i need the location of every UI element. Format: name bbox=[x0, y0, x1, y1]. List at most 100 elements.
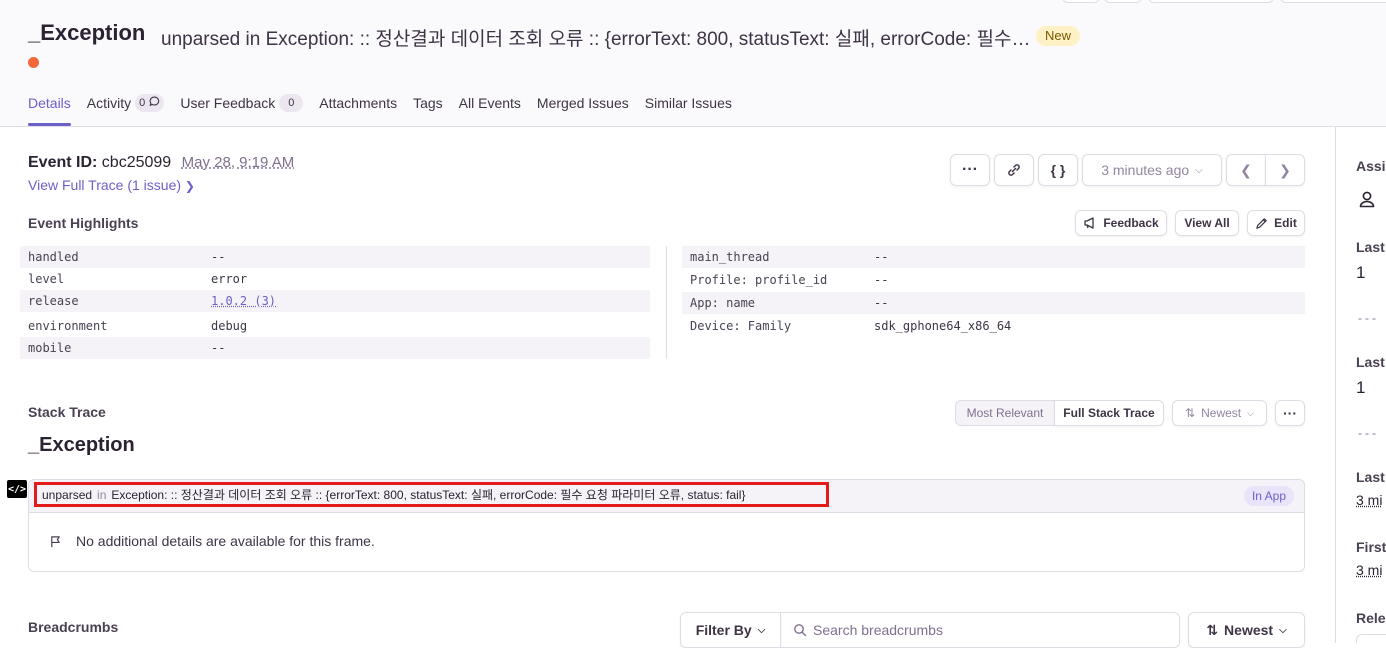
tab-label: All Events bbox=[459, 92, 521, 114]
header-action-button[interactable] bbox=[1148, 0, 1274, 3]
highlight-key: Device: Family bbox=[690, 319, 791, 333]
tab-label: Tags bbox=[413, 92, 443, 114]
chevron-down-icon: ⌵ bbox=[1247, 408, 1254, 419]
tab-label: User Feedback bbox=[180, 92, 275, 114]
chevron-right-icon: ❯ bbox=[185, 179, 195, 193]
header-action-button[interactable] bbox=[1104, 0, 1142, 3]
frame-header[interactable]: unparsed in Exception: :: 정산결과 데이터 조회 오류… bbox=[29, 480, 1304, 513]
event-id-row: Event ID: cbc25099 May 28, 9:19 AM bbox=[28, 154, 294, 172]
highlight-value: error bbox=[211, 272, 247, 286]
tab-activity[interactable]: Activity 0 bbox=[87, 92, 165, 126]
flag-icon bbox=[49, 535, 62, 548]
event-id-label: Event ID: bbox=[28, 154, 97, 171]
release-label: Rele bbox=[1356, 610, 1386, 626]
full-stack-trace-toggle[interactable]: Full Stack Trace bbox=[1054, 400, 1164, 426]
highlight-value: -- bbox=[211, 250, 225, 264]
exception-type: _Exception bbox=[28, 434, 135, 457]
highlight-value: -- bbox=[211, 341, 225, 355]
filter-label: Filter By bbox=[696, 622, 752, 638]
chart-placeholder: --- bbox=[1358, 426, 1379, 440]
event-time-selector[interactable]: 3 minutes ago ⌵ bbox=[1082, 154, 1222, 186]
assignee-label: Assi bbox=[1356, 158, 1386, 174]
tab-user-feedback[interactable]: User Feedback 0 bbox=[180, 92, 303, 126]
user-icon[interactable] bbox=[1358, 190, 1376, 208]
header-action-button[interactable] bbox=[1280, 0, 1386, 3]
issue-tabs: Details Activity 0 User Feedback 0 Attac… bbox=[28, 92, 732, 126]
braces-icon: { } bbox=[1051, 162, 1066, 178]
highlight-value: -- bbox=[874, 250, 888, 264]
previous-event-button[interactable]: ❮ bbox=[1226, 154, 1266, 186]
view-full-trace-link[interactable]: View Full Trace (1 issue) ❯ bbox=[28, 177, 195, 193]
view-all-label: View All bbox=[1184, 216, 1229, 230]
header-action-button[interactable] bbox=[1062, 0, 1100, 3]
stack-more-button[interactable]: ··· bbox=[1275, 400, 1305, 426]
edit-button[interactable]: Edit bbox=[1247, 210, 1305, 236]
feedback-label: Feedback bbox=[1103, 216, 1158, 230]
stack-trace-title: Stack Trace bbox=[28, 404, 106, 420]
highlight-key: environment bbox=[28, 319, 107, 333]
edit-label: Edit bbox=[1274, 216, 1297, 230]
frame-function: Exception: :: 정산결과 데이터 조회 오류 :: {errorTe… bbox=[111, 486, 745, 503]
last-30d-label: Last bbox=[1356, 354, 1385, 370]
in-app-badge: In App bbox=[1244, 486, 1294, 506]
tab-label: Attachments bbox=[319, 92, 397, 114]
chart-placeholder: --- bbox=[1358, 311, 1379, 325]
frame-module: unparsed bbox=[42, 488, 92, 502]
highlights-divider bbox=[666, 246, 667, 359]
comment-icon bbox=[149, 96, 160, 107]
frame-in: in bbox=[97, 488, 106, 502]
release-card bbox=[1356, 634, 1386, 643]
event-id-value[interactable]: cbc25099 bbox=[102, 154, 171, 171]
tab-similar-issues[interactable]: Similar Issues bbox=[645, 92, 732, 126]
issue-subtitle: unparsed in Exception: :: 정산결과 데이터 조회 오류… bbox=[161, 24, 1031, 51]
event-date[interactable]: May 28, 9:19 AM bbox=[182, 154, 295, 171]
error-level-indicator bbox=[28, 57, 39, 68]
ellipsis-icon: ··· bbox=[962, 161, 978, 179]
tab-attachments[interactable]: Attachments bbox=[319, 92, 397, 126]
tab-details[interactable]: Details bbox=[28, 92, 71, 126]
first-seen-label: First bbox=[1356, 539, 1386, 555]
stack-sort-label: Newest bbox=[1201, 406, 1241, 420]
highlight-row: Profile: profile_id -- bbox=[682, 269, 1305, 291]
no-details-text: No additional details are available for … bbox=[76, 533, 375, 549]
highlight-value: -- bbox=[874, 273, 888, 287]
feedback-count: 0 bbox=[279, 94, 303, 112]
chevron-left-icon: ❮ bbox=[1240, 162, 1252, 179]
highlight-row: release 1.0.2 (3) bbox=[20, 290, 650, 312]
last-seen-value[interactable]: 3 mi bbox=[1356, 492, 1382, 508]
issue-sidebar: Assi Last 1 --- Last 1 --- Last 3 mi Fir… bbox=[1335, 126, 1386, 643]
highlight-row: level error bbox=[20, 268, 650, 290]
tab-tags[interactable]: Tags bbox=[413, 92, 443, 126]
tab-label: Activity bbox=[87, 92, 131, 114]
first-seen-value[interactable]: 3 mi bbox=[1356, 562, 1382, 578]
next-event-button[interactable]: ❯ bbox=[1265, 154, 1305, 186]
ellipsis-icon: ··· bbox=[1283, 405, 1297, 421]
frame-empty-message: No additional details are available for … bbox=[49, 533, 375, 549]
json-button[interactable]: { } bbox=[1038, 154, 1078, 186]
stack-sort-dropdown[interactable]: ⇅ Newest ⌵ bbox=[1172, 400, 1267, 426]
stack-frame[interactable]: unparsed in Exception: :: 정산결과 데이터 조회 오류… bbox=[28, 479, 1305, 572]
highlight-key: main_thread bbox=[690, 250, 769, 264]
highlight-key: App: name bbox=[690, 296, 755, 310]
highlight-key: release bbox=[28, 294, 79, 308]
issue-header: _Exception unparsed in Exception: :: 정산결… bbox=[0, 0, 1386, 127]
breadcrumb-sort-label: Newest bbox=[1224, 622, 1273, 638]
most-relevant-toggle[interactable]: Most Relevant bbox=[955, 400, 1055, 426]
last-seen-label: Last bbox=[1356, 469, 1385, 485]
activity-count: 0 bbox=[135, 94, 164, 112]
chevron-down-icon: ⌵ bbox=[758, 625, 766, 636]
highlight-key: mobile bbox=[28, 341, 71, 355]
more-actions-button[interactable]: ··· bbox=[950, 154, 990, 186]
feedback-button[interactable]: Feedback bbox=[1075, 210, 1167, 236]
tab-merged-issues[interactable]: Merged Issues bbox=[537, 92, 629, 126]
megaphone-icon bbox=[1083, 216, 1097, 230]
view-all-button[interactable]: View All bbox=[1175, 210, 1239, 236]
time-selector-label: 3 minutes ago bbox=[1101, 162, 1189, 178]
highlight-row: main_thread -- bbox=[682, 246, 1305, 268]
copy-link-button[interactable] bbox=[994, 154, 1034, 186]
tab-label: Merged Issues bbox=[537, 92, 629, 114]
search-icon bbox=[793, 623, 807, 637]
tab-all-events[interactable]: All Events bbox=[459, 92, 521, 126]
release-link[interactable]: 1.0.2 (3) bbox=[211, 294, 276, 308]
code-icon[interactable]: </> bbox=[7, 480, 27, 498]
